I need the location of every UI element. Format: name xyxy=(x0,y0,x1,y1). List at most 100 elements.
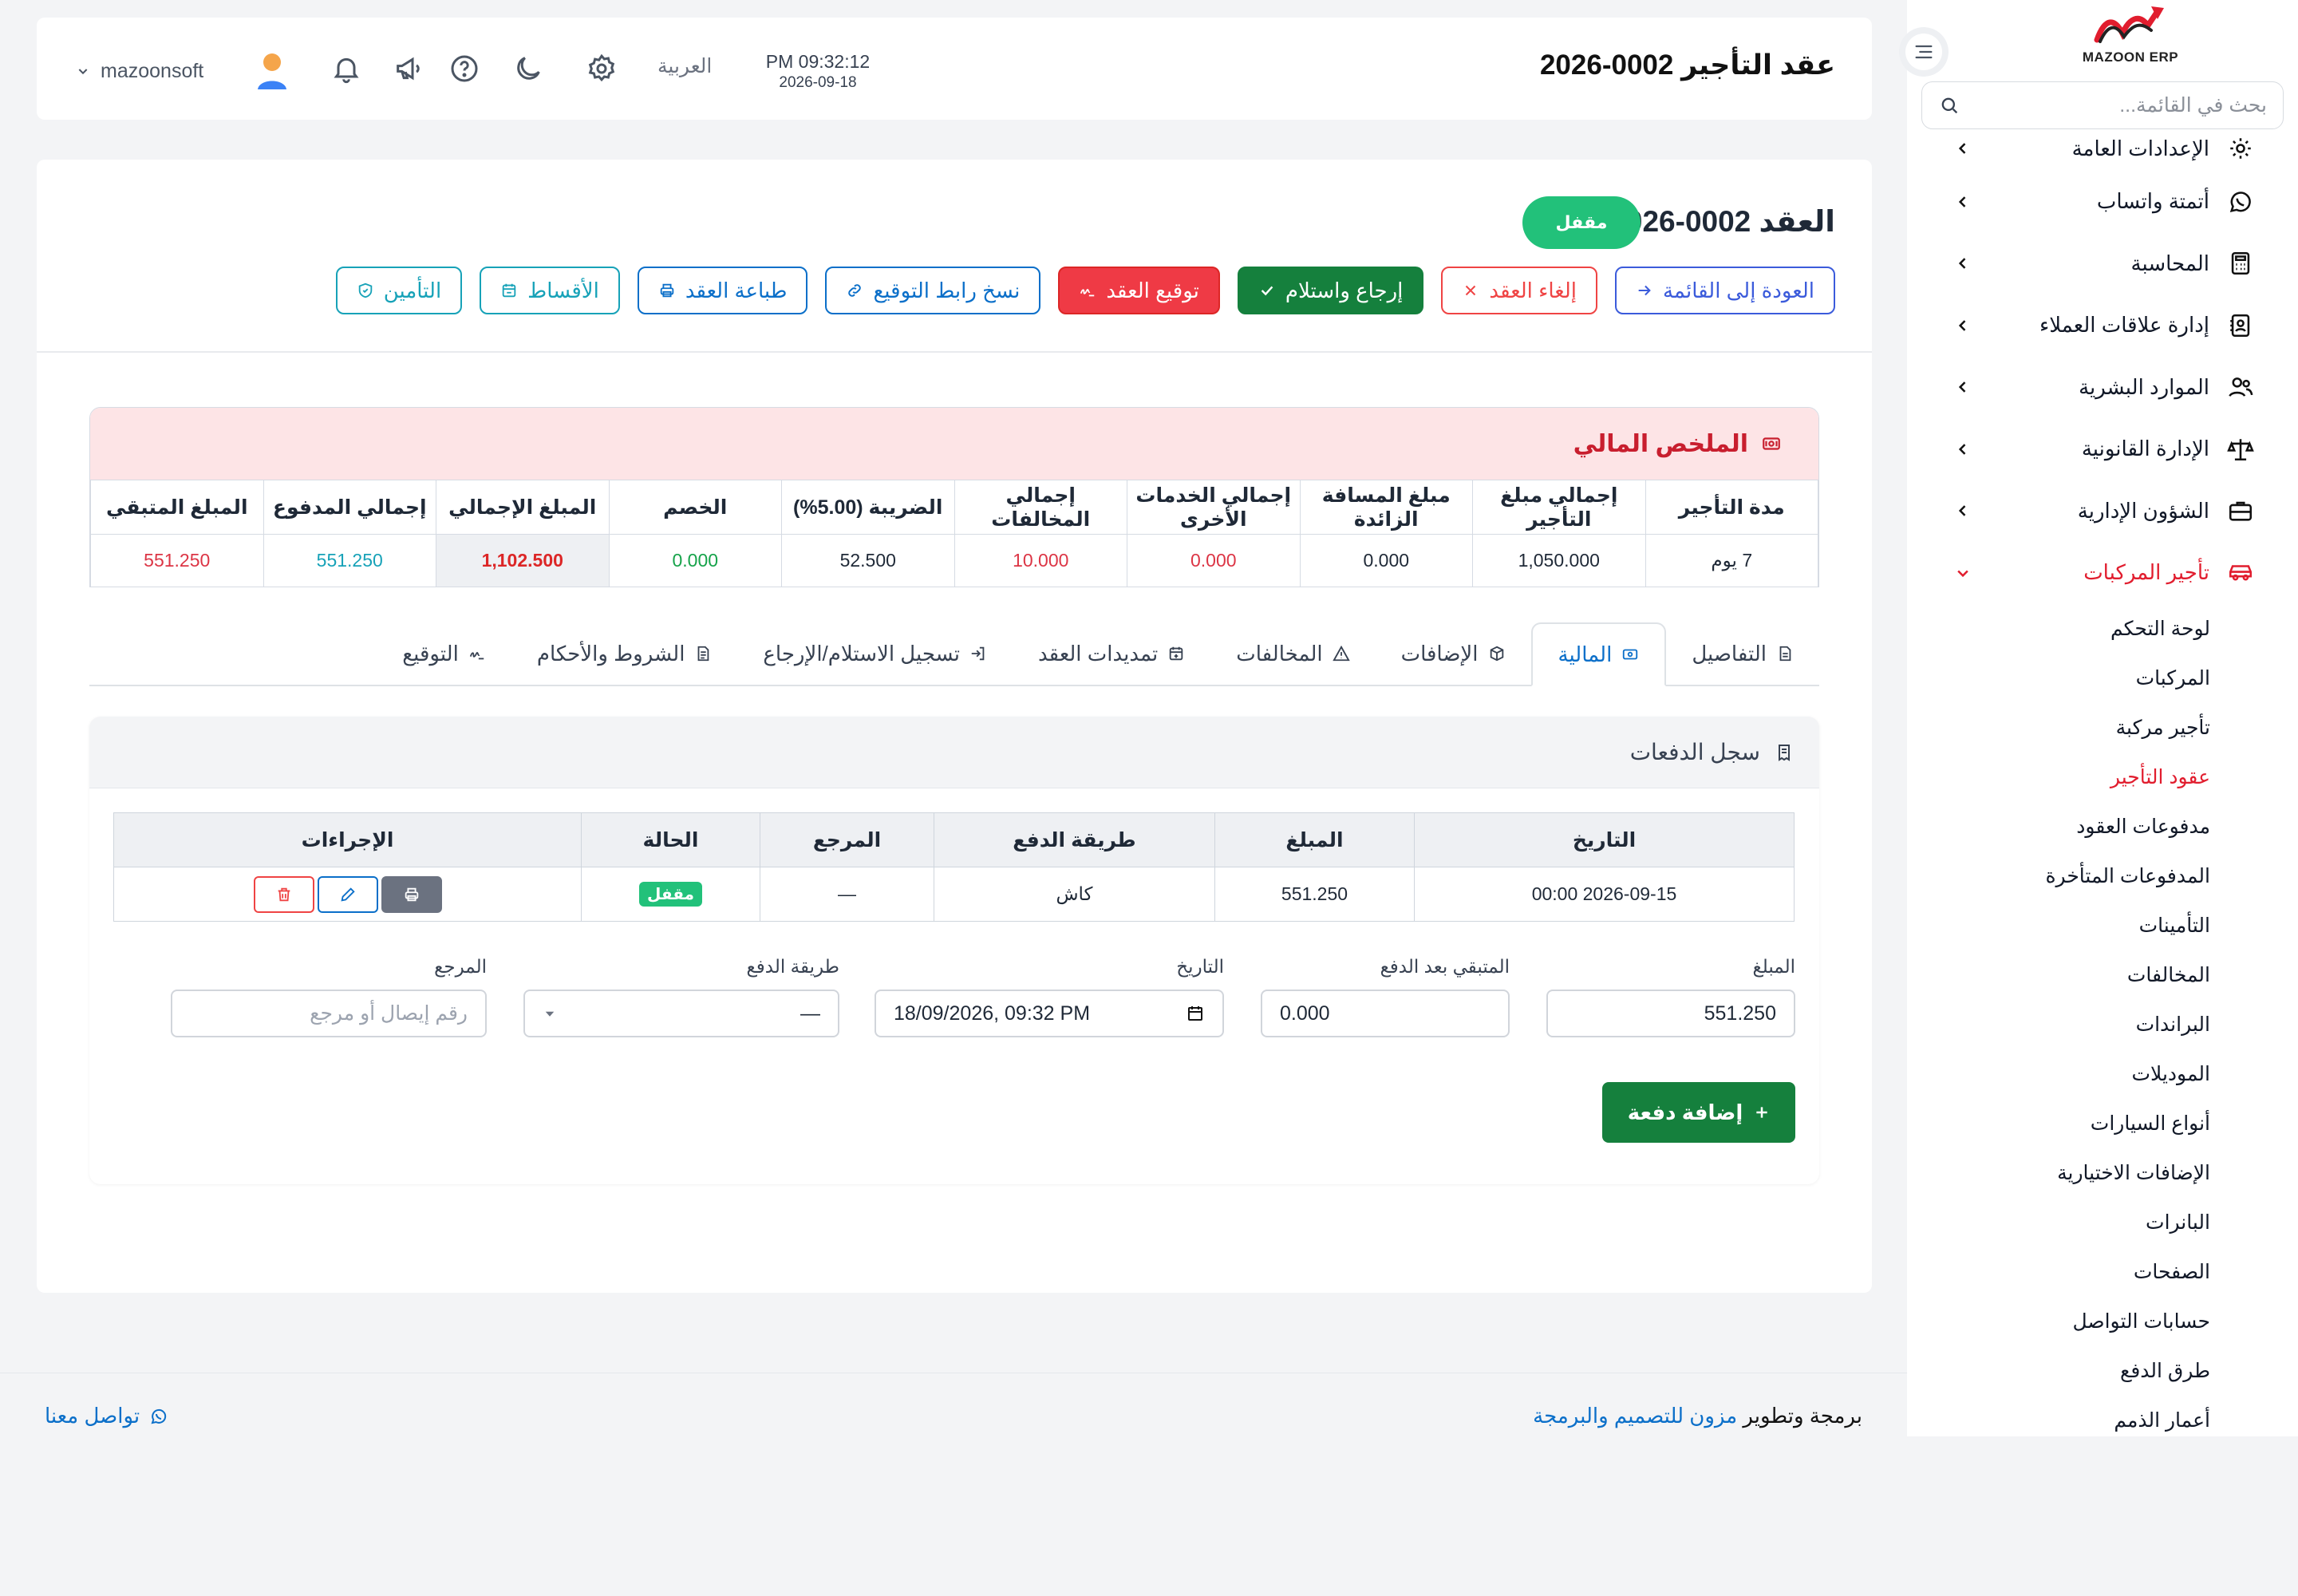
installments-button[interactable]: الأقساط xyxy=(480,267,620,314)
edit-payment-button[interactable] xyxy=(317,875,378,913)
payments-header-row: التاريخ المبلغ طريقة الدفع المرجع الحالة… xyxy=(113,812,1795,867)
tab-checkin-return[interactable]: تسجيل الاستلام/الإرجاع xyxy=(737,622,1013,685)
add-payment-button[interactable]: إضافة دفعة xyxy=(1602,1082,1795,1143)
printer-icon xyxy=(660,283,674,298)
menu-lines-icon xyxy=(1915,45,1933,59)
return-receive-button[interactable]: إرجاع واستلام xyxy=(1237,267,1424,314)
plus-icon xyxy=(1756,1107,1767,1118)
tab-signature[interactable]: التوقيع xyxy=(377,622,511,685)
date-input[interactable]: 18/09/2026, 09:32 PM xyxy=(875,990,1224,1037)
summary-header-row: مدة التأجير إجمالي مبلغ التأجير مبلغ الم… xyxy=(90,480,1818,535)
sidebar-item-legal[interactable]: الإدارة القانونية xyxy=(1907,418,2298,480)
back-to-list-button[interactable]: العودة إلى القائمة xyxy=(1614,267,1835,314)
cancel-contract-button[interactable]: إلغاء العقد xyxy=(1441,267,1597,314)
val-rental-period: 7 يوم xyxy=(1645,534,1818,587)
print-contract-label: طباعة العقد xyxy=(685,278,788,302)
tab-label: المخالفات xyxy=(1236,641,1323,666)
status-badge: مقفل xyxy=(638,882,703,907)
sidebar-item-label: إدارة علاقات العملاء xyxy=(2039,313,2209,338)
sub-item-vehicles[interactable]: المركبات xyxy=(1907,654,2210,703)
sub-item-optional-addons[interactable]: الإضافات الاختيارية xyxy=(1907,1148,2210,1198)
remaining-group: المتبقي بعد الدفع 0.000 xyxy=(1261,956,1510,1037)
sidebar-item-label: تأجير المركبات xyxy=(2083,560,2209,585)
tab-label: الإضافات xyxy=(1400,641,1479,666)
payments-panel-header: سجل الدفعات xyxy=(89,717,1819,788)
col-status: الحالة xyxy=(581,812,760,867)
sidebar-toggle-button[interactable] xyxy=(1905,34,1942,70)
val-tax: 52.500 xyxy=(781,534,955,587)
sidebar-item-label: المحاسبة xyxy=(2130,251,2209,275)
sub-item-social-accounts[interactable]: حسابات التواصل xyxy=(1907,1297,2210,1346)
sidebar-item-admin-affairs[interactable]: الشؤون الإدارية xyxy=(1907,480,2298,543)
sub-item-car-types[interactable]: أنواع السيارات xyxy=(1907,1099,2210,1148)
logo[interactable]: MAZOON ERP xyxy=(2075,2,2186,65)
insurance-button[interactable]: التأمين xyxy=(335,267,463,314)
tab-label: التوقيع xyxy=(402,641,459,666)
sidebar-item-whatsapp[interactable]: أتمتة واتساب xyxy=(1907,171,2298,233)
credit-link[interactable]: مزون للتصميم والبرمجة xyxy=(1533,1404,1737,1428)
sidebar-search[interactable]: بحث في القائمة... xyxy=(1921,81,2284,129)
pencil-icon xyxy=(340,887,355,902)
sub-item-insurances[interactable]: التأمينات xyxy=(1907,901,2210,950)
sidebar-item-vehicle-rental[interactable]: تأجير المركبات xyxy=(1907,542,2298,604)
payment-method-select[interactable]: — xyxy=(523,990,839,1037)
moon-icon[interactable] xyxy=(512,53,544,85)
sub-item-receivables-aging[interactable]: أعمار الذمم xyxy=(1907,1396,2210,1437)
tab-label: تمديدات العقد xyxy=(1038,641,1159,666)
sidebar-item-crm[interactable]: إدارة علاقات العملاء xyxy=(1907,294,2298,357)
chevron-left-icon xyxy=(1958,196,1966,207)
chevron-left-icon xyxy=(1958,143,1966,154)
sidebar-item-label: أتمتة واتساب xyxy=(2096,189,2209,214)
sub-item-rent-vehicle[interactable]: تأجير مركبة xyxy=(1907,703,2210,753)
copy-signature-link-button[interactable]: نسخ رابط التوقيع xyxy=(825,267,1041,314)
sidebar-item-accounting[interactable]: المحاسبة xyxy=(1907,233,2298,295)
sub-item-brands[interactable]: البراندات xyxy=(1907,1000,2210,1049)
bell-icon[interactable] xyxy=(330,53,362,85)
cancel-contract-label: إلغاء العقد xyxy=(1489,278,1577,302)
sub-item-violations[interactable]: المخالفات xyxy=(1907,950,2210,1000)
table-row: 2026-09-15 00:00 551.250 كاش — مقفل xyxy=(113,867,1795,922)
user-menu[interactable]: mazoonsoft xyxy=(77,51,290,91)
close-icon xyxy=(1466,285,1476,296)
calendar-icon[interactable] xyxy=(1186,1004,1205,1023)
sub-item-banners[interactable]: البانرات xyxy=(1907,1198,2210,1247)
sub-item-rental-contracts[interactable]: عقود التأجير xyxy=(1907,753,2210,802)
sub-item-models[interactable]: الموديلات xyxy=(1907,1049,2210,1099)
sidebar-item-general-settings[interactable]: الإعدادات العامة xyxy=(1907,126,2298,171)
clock-time: PM 09:32:12 xyxy=(765,51,871,72)
payments-table: التاريخ المبلغ طريقة الدفع المرجع الحالة… xyxy=(113,812,1795,922)
sidebar-item-hr[interactable]: الموارد البشرية xyxy=(1907,357,2298,419)
vehicle-rental-submenu: لوحة التحكم المركبات تأجير مركبة عقود ال… xyxy=(1907,604,2298,1437)
help-icon[interactable] xyxy=(448,53,480,85)
contact-us-link[interactable]: تواصل معنا xyxy=(45,1404,168,1428)
reference-label: المرجع xyxy=(434,956,487,977)
sub-item-late-payments[interactable]: المدفوعات المتأخرة xyxy=(1907,851,2210,901)
print-payment-button[interactable] xyxy=(381,875,442,913)
sub-item-pages[interactable]: الصفحات xyxy=(1907,1247,2210,1297)
remaining-input[interactable]: 0.000 xyxy=(1261,990,1510,1037)
tab-financial[interactable]: المالية xyxy=(1530,622,1667,686)
print-contract-button[interactable]: طباعة العقد xyxy=(637,267,808,314)
chevron-down-icon xyxy=(1957,570,1968,577)
money-icon xyxy=(1763,437,1780,450)
tab-addons[interactable]: الإضافات xyxy=(1376,622,1531,685)
amount-input[interactable]: 551.250 xyxy=(1546,990,1795,1037)
sub-item-dashboard[interactable]: لوحة التحكم xyxy=(1907,604,2210,654)
language-switch[interactable]: العربية xyxy=(657,54,712,78)
col-total-rental: إجمالي مبلغ التأجير xyxy=(1472,480,1646,535)
megaphone-icon[interactable] xyxy=(393,53,424,85)
contract-tabs: التفاصيل المالية الإضافات المخالفات تمدي… xyxy=(89,622,1819,686)
settings-gear-icon[interactable] xyxy=(586,53,618,85)
sub-item-payment-methods[interactable]: طرق الدفع xyxy=(1907,1346,2210,1396)
sign-contract-button[interactable]: توقيع العقد xyxy=(1058,267,1220,314)
insurance-label: التأمين xyxy=(383,278,442,302)
tab-extensions[interactable]: تمديدات العقد xyxy=(1013,622,1210,685)
remaining-label: المتبقي بعد الدفع xyxy=(1380,956,1510,977)
tab-details[interactable]: التفاصيل xyxy=(1666,622,1819,685)
tab-violations[interactable]: المخالفات xyxy=(1210,622,1375,685)
reference-input[interactable]: رقم إيصال أو مرجع xyxy=(171,990,487,1037)
page-title: عقد التأجير 0002-2026 xyxy=(1539,49,1835,81)
tab-terms[interactable]: الشروط والأحكام xyxy=(511,622,738,685)
sub-item-contract-payments[interactable]: مدفوعات العقود xyxy=(1907,802,2210,851)
delete-payment-button[interactable] xyxy=(253,875,314,913)
